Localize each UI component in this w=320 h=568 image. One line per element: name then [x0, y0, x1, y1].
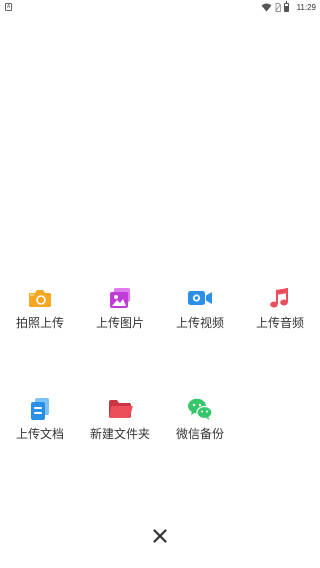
- upload-audio-button[interactable]: 上传音频: [240, 285, 320, 345]
- upload-document-button[interactable]: 上传文档: [0, 396, 80, 456]
- take-photo-upload-button[interactable]: 拍照上传: [0, 285, 80, 345]
- music-note-icon: [270, 288, 288, 308]
- document-icon: [31, 398, 49, 420]
- wechat-backup-label: 微信备份: [175, 427, 224, 441]
- upload-video-label: 上传视频: [175, 316, 224, 330]
- upload-image-button[interactable]: 上传图片: [80, 285, 160, 345]
- close-icon: [153, 529, 167, 543]
- upload-actions-grid: 拍照上传 上传图片 上传视频 上传音频 上传文档 新建文件夹 微信备份: [0, 0, 320, 568]
- upload-image-label: 上传图片: [95, 316, 144, 330]
- new-folder-button[interactable]: 新建文件夹: [80, 396, 160, 456]
- video-icon: [188, 291, 212, 305]
- folder-icon: [109, 400, 133, 418]
- take-photo-upload-label: 拍照上传: [15, 316, 64, 330]
- image-icon: [110, 288, 130, 308]
- upload-audio-label: 上传音频: [255, 316, 304, 330]
- wechat-backup-button[interactable]: 微信备份: [160, 396, 240, 456]
- wechat-icon: [188, 398, 213, 420]
- camera-icon: [29, 290, 51, 307]
- close-button[interactable]: [148, 524, 172, 548]
- new-folder-label: 新建文件夹: [89, 427, 150, 441]
- upload-video-button[interactable]: 上传视频: [160, 285, 240, 345]
- upload-document-label: 上传文档: [15, 427, 64, 441]
